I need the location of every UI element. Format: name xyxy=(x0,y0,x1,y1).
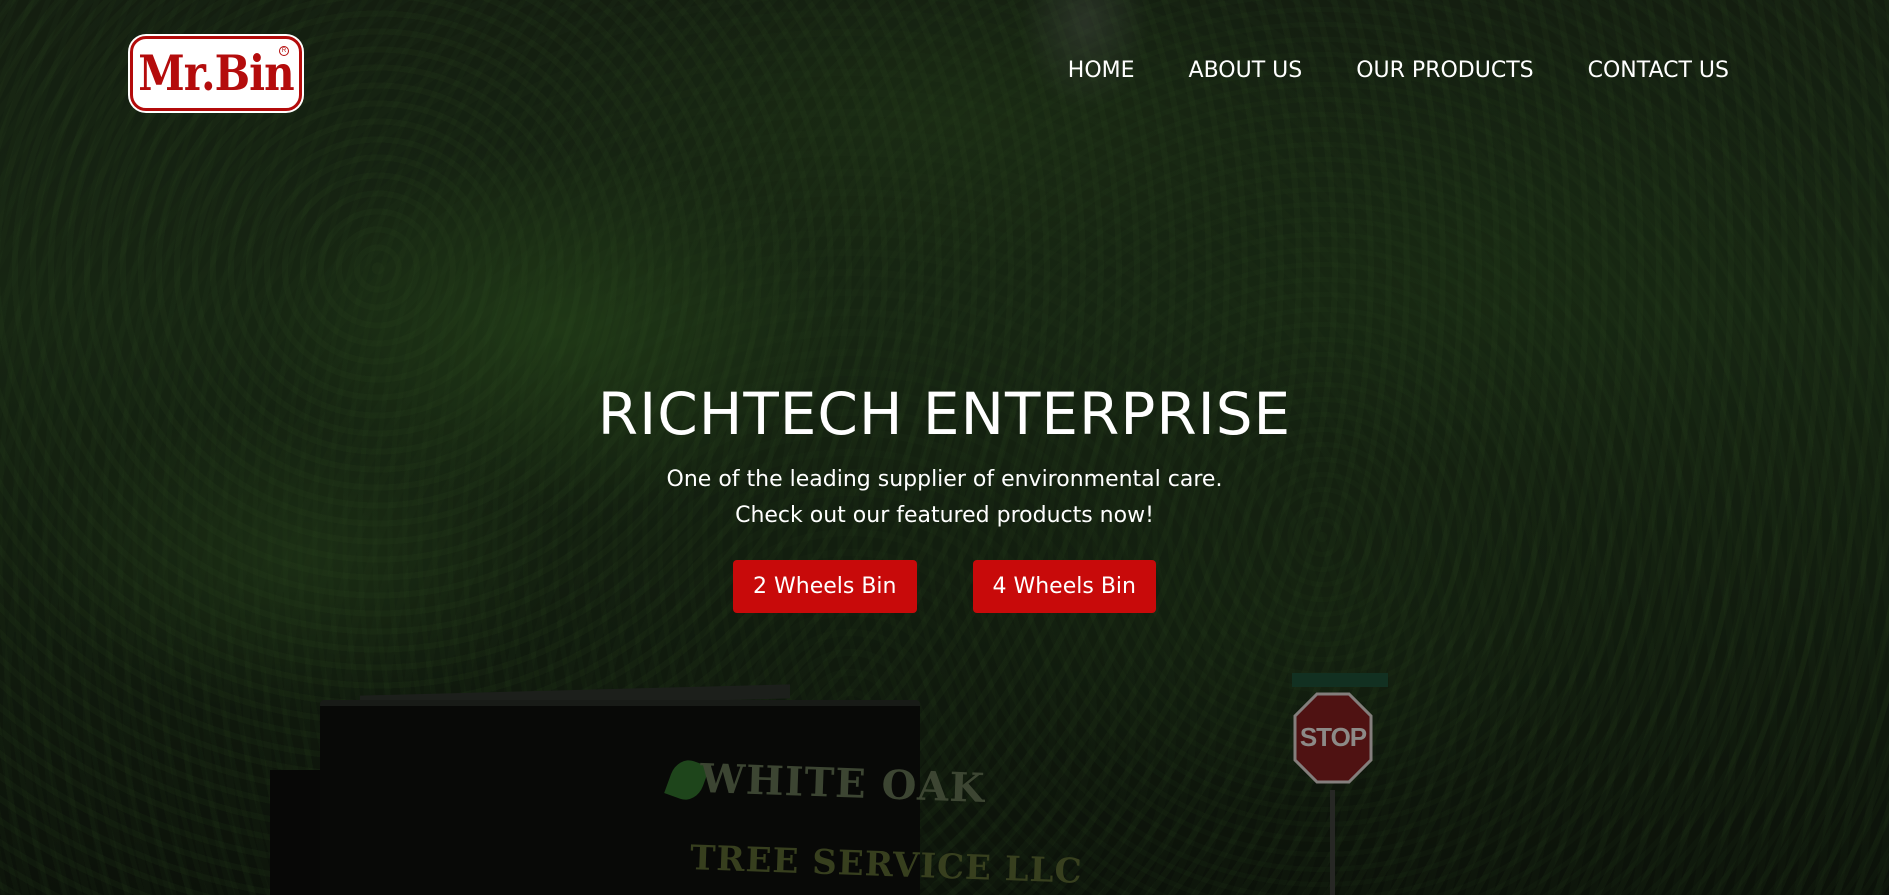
two-wheels-bin-button[interactable]: 2 Wheels Bin xyxy=(733,560,917,613)
nav-home[interactable]: HOME xyxy=(1068,58,1135,83)
logo-text: Mr.Bin xyxy=(138,45,294,102)
hero-buttons: 2 Wheels Bin 4 Wheels Bin xyxy=(0,560,1889,613)
hero-content: RICHTECH ENTERPRISE One of the leading s… xyxy=(0,380,1889,613)
nav-about-us[interactable]: ABOUT US xyxy=(1189,58,1303,83)
hero-subtitle: One of the leading supplier of environme… xyxy=(0,462,1889,534)
mr-bin-logo[interactable]: Mr.Bin R xyxy=(130,36,302,111)
main-nav: HOME ABOUT US OUR PRODUCTS CONTACT US xyxy=(1068,58,1729,83)
four-wheels-bin-button[interactable]: 4 Wheels Bin xyxy=(972,560,1156,613)
hero-title: RICHTECH ENTERPRISE xyxy=(597,380,1292,448)
hero-subtitle-line-2: Check out our featured products now! xyxy=(735,503,1154,528)
nav-our-products[interactable]: OUR PRODUCTS xyxy=(1356,58,1533,83)
registered-mark-icon: R xyxy=(279,46,289,56)
nav-contact-us[interactable]: CONTACT US xyxy=(1588,58,1729,83)
hero-section: WHITE OAK TREE SERVICE LLC STOP Mr.Bin R… xyxy=(0,0,1889,895)
hero-subtitle-line-1: One of the leading supplier of environme… xyxy=(666,467,1223,492)
